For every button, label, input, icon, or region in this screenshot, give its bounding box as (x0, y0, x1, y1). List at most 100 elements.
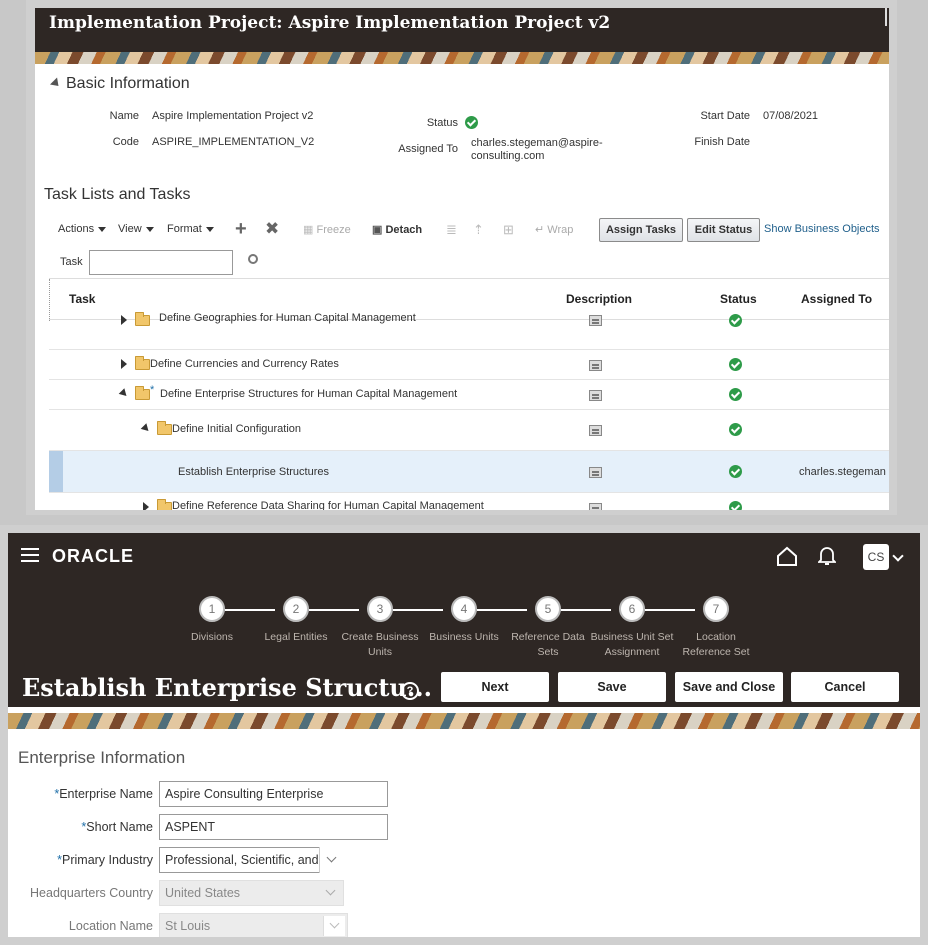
primary-industry-select[interactable]: Professional, Scientific, and (159, 847, 344, 873)
task-name[interactable]: Establish Enterprise Structures (178, 466, 329, 478)
folder-icon (157, 499, 172, 510)
stop-number: 6 (619, 596, 645, 622)
header-banner (35, 52, 889, 64)
task-search-input[interactable] (89, 250, 233, 275)
cancel-button[interactable]: Cancel (791, 672, 899, 702)
detach-button[interactable]: ▣ Detach (372, 223, 422, 236)
expand-icon[interactable] (121, 315, 127, 325)
edit-status-button[interactable]: Edit Status (687, 218, 760, 242)
chevron-down-icon[interactable] (892, 550, 904, 562)
chevron-down-icon (326, 852, 337, 863)
task-lists-title: Task Lists and Tasks (44, 186, 191, 203)
stop-label: Divisions (190, 631, 233, 643)
description-icon[interactable] (589, 315, 602, 326)
table-row-selected[interactable]: Establish Enterprise Structures charles.… (49, 450, 889, 493)
next-button[interactable]: Next (441, 672, 549, 702)
collapse-icon[interactable] (118, 388, 130, 399)
collapse-icon[interactable] (140, 423, 152, 434)
location-name-select: St Louis (159, 913, 348, 937)
home-icon[interactable] (776, 545, 798, 567)
enterprise-information-title: Enterprise Information (18, 748, 186, 767)
row-selector[interactable] (49, 451, 63, 493)
chevron-down-icon (329, 918, 340, 929)
column-header-description[interactable]: Description (566, 292, 632, 306)
location-name-value: St Louis (165, 919, 211, 933)
finish-date-label: Finish Date (694, 136, 750, 148)
table-row[interactable]: Define Geographies for Human Capital Man… (49, 312, 889, 340)
header-edge (885, 8, 887, 26)
establish-enterprise-panel: ORACLE CS 1 Divisions 2 Legal Entities 3… (0, 525, 928, 945)
column-resizer (49, 279, 50, 321)
description-icon[interactable] (589, 503, 602, 510)
page-header: Implementation Project: Aspire Implement… (35, 8, 889, 64)
location-dropdown (323, 916, 345, 936)
detach-label: Detach (385, 224, 423, 236)
task-search-label: Task (60, 256, 83, 268)
oracle-logo[interactable]: ORACLE (52, 546, 134, 567)
bell-icon[interactable] (818, 546, 836, 566)
required-mark: * (150, 384, 155, 396)
table-row[interactable]: Define Currencies and Currency Rates (49, 349, 889, 379)
add-icon[interactable]: + (235, 218, 247, 241)
search-icon[interactable] (248, 254, 258, 264)
save-button[interactable]: Save (558, 672, 666, 702)
collapse-basic-info-icon[interactable] (49, 77, 63, 90)
task-name: Define Enterprise Structures for Human C… (160, 388, 458, 400)
primary-industry-value: Professional, Scientific, and (165, 853, 319, 867)
stop-label: Business Units (429, 631, 499, 643)
description-icon[interactable] (589, 360, 602, 371)
indent-icon[interactable]: ≣ (446, 222, 457, 238)
assign-tasks-button[interactable]: Assign Tasks (599, 218, 683, 242)
task-name: Define Currencies and Currency Rates (150, 358, 339, 370)
short-name-field[interactable]: ASPENT (159, 814, 388, 840)
start-date-label: Start Date (700, 110, 750, 122)
delete-icon[interactable]: ✖ (265, 219, 279, 239)
avatar[interactable]: CS (863, 544, 889, 570)
status-complete-icon (729, 314, 742, 327)
description-icon[interactable] (589, 390, 602, 401)
assigned-to-line2: consulting.com (471, 150, 545, 162)
show-business-objects-link[interactable]: Show Business Objects (764, 223, 880, 235)
column-header-status[interactable]: Status (720, 292, 757, 306)
view-label: View (118, 223, 142, 235)
save-and-close-button[interactable]: Save and Close (675, 672, 783, 702)
status-complete-icon (729, 388, 742, 401)
table-row[interactable]: * Define Enterprise Structures for Human… (49, 379, 889, 409)
description-icon[interactable] (589, 467, 602, 478)
primary-industry-dropdown[interactable] (319, 847, 344, 873)
view-menu[interactable]: View (118, 223, 154, 235)
code-label: Code (112, 136, 139, 148)
stop-label: Business Unit Set Assignment (590, 631, 674, 658)
enterprise-name-label: *Enterprise Name (8, 787, 153, 801)
status-complete-icon (729, 465, 742, 478)
format-menu[interactable]: Format (167, 223, 214, 235)
hamburger-menu-icon[interactable] (21, 548, 39, 562)
wrap-button[interactable]: ↵ Wrap (535, 223, 573, 236)
wrap-icon: ↵ (535, 224, 545, 236)
description-icon[interactable] (589, 425, 602, 436)
folder-icon (135, 356, 150, 370)
table-row[interactable]: Define Reference Data Sharing for Human … (49, 492, 889, 510)
hierarchy-icon[interactable]: ⊞ (503, 222, 514, 238)
freeze-label: Freeze (316, 224, 351, 236)
code-value: ASPIRE_IMPLEMENTATION_V2 (152, 136, 315, 148)
short-name-label: *Short Name (8, 820, 153, 834)
train-connector (645, 609, 695, 611)
task-table: Task Description Status Assigned To Defi… (49, 278, 889, 510)
freeze-button[interactable]: ▦ Freeze (303, 223, 351, 236)
column-header-assigned-to[interactable]: Assigned To (801, 292, 872, 306)
column-header-task[interactable]: Task (69, 292, 95, 306)
basic-info-title: Basic Information (66, 75, 190, 92)
actions-menu[interactable]: Actions (58, 223, 107, 235)
expand-icon[interactable] (143, 502, 149, 510)
task-name: Define Reference Data Sharing for Human … (172, 500, 484, 510)
global-header: ORACLE CS (8, 533, 920, 581)
name-label: Name (109, 110, 139, 122)
page-title: Establish Enterprise Structu... (22, 673, 432, 702)
outdent-icon[interactable]: ⇡ (473, 222, 484, 238)
wrap-label: Wrap (547, 224, 574, 236)
table-row[interactable]: Define Initial Configuration (49, 409, 889, 450)
enterprise-name-field[interactable]: Aspire Consulting Enterprise (159, 781, 388, 807)
help-icon[interactable]: ? (401, 682, 419, 700)
expand-icon[interactable] (121, 359, 127, 369)
